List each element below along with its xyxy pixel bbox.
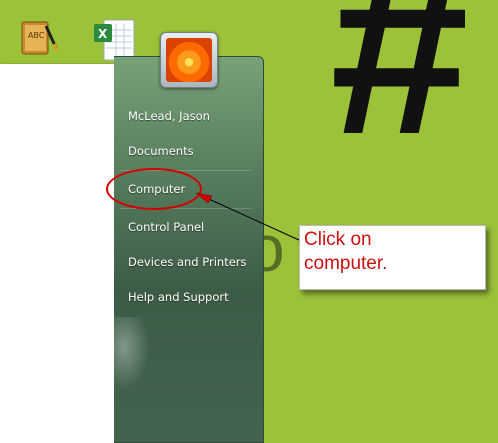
callout-text: Click on computer. [304,229,388,274]
callout-pointer [195,192,300,241]
desktop: # Yo ABC X McLead, Jason Documents [0,0,498,443]
instruction-callout: Click on computer. [299,225,486,290]
